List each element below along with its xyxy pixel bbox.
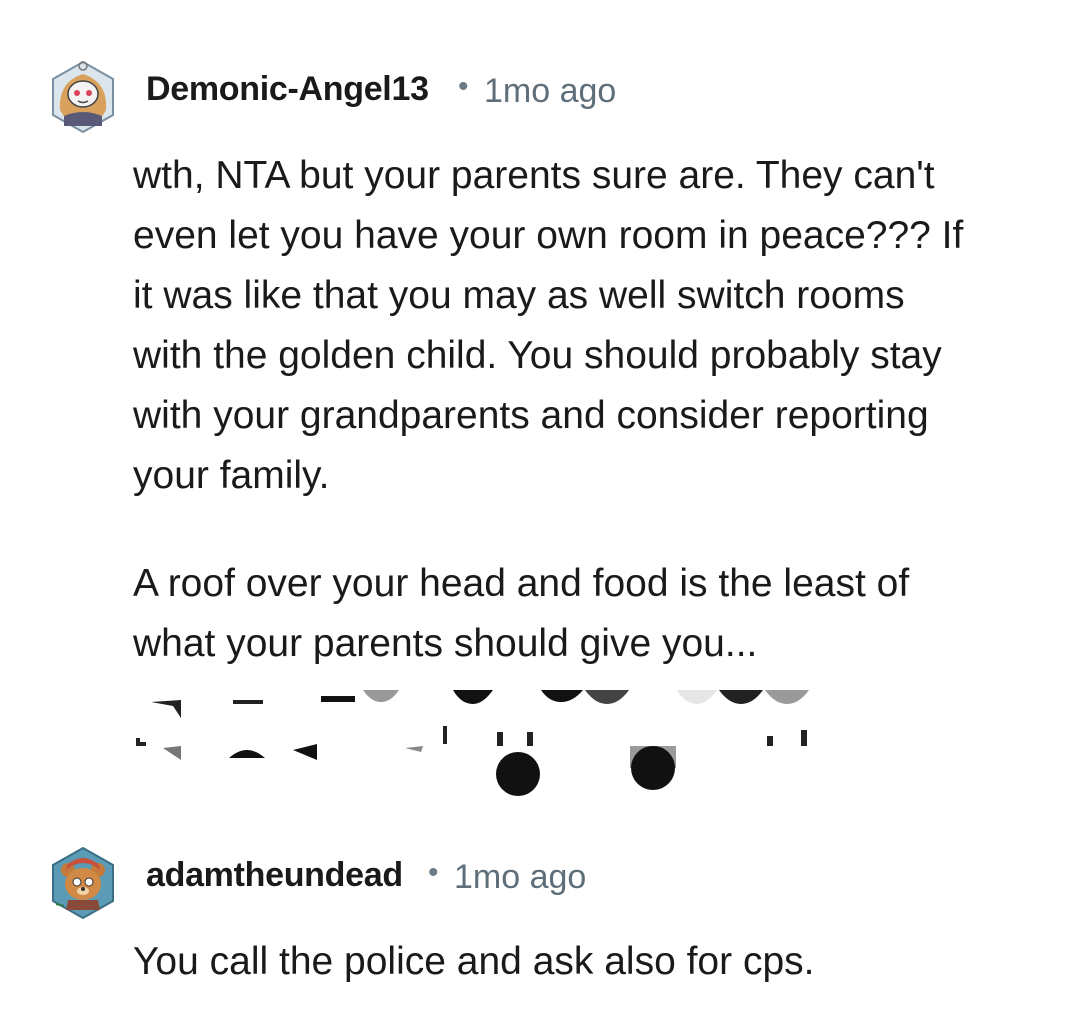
comment-header: Demonic-Angel13 • 1mo ago <box>0 52 1080 136</box>
comment-body: wth, NTA but your parents sure are. They… <box>133 146 1033 674</box>
timestamp: 1mo ago <box>454 858 587 896</box>
snoo-avatar-icon[interactable] <box>50 60 116 134</box>
comment-paragraph: A roof over your head and food is the le… <box>133 562 910 665</box>
timestamp: 1mo ago <box>484 72 617 110</box>
comment-paragraph: You call the police and ask also for cps… <box>133 940 815 983</box>
redacted-fragment <box>133 688 833 798</box>
username[interactable]: adamtheundead <box>146 856 403 895</box>
bear-avatar-icon[interactable] <box>50 846 116 920</box>
comment-body: You call the police and ask also for cps… <box>133 932 1033 992</box>
username[interactable]: Demonic-Angel13 <box>146 70 429 109</box>
comment-paragraph: wth, NTA but your parents sure are. They… <box>133 154 964 497</box>
comment: adamtheundead • 1mo ago You call the pol… <box>0 838 1080 983</box>
separator-dot: • <box>428 856 439 889</box>
separator-dot: • <box>458 70 469 103</box>
comment: Demonic-Angel13 • 1mo ago wth, NTA but y… <box>0 52 1080 665</box>
comment-header: adamtheundead • 1mo ago <box>0 838 1080 922</box>
